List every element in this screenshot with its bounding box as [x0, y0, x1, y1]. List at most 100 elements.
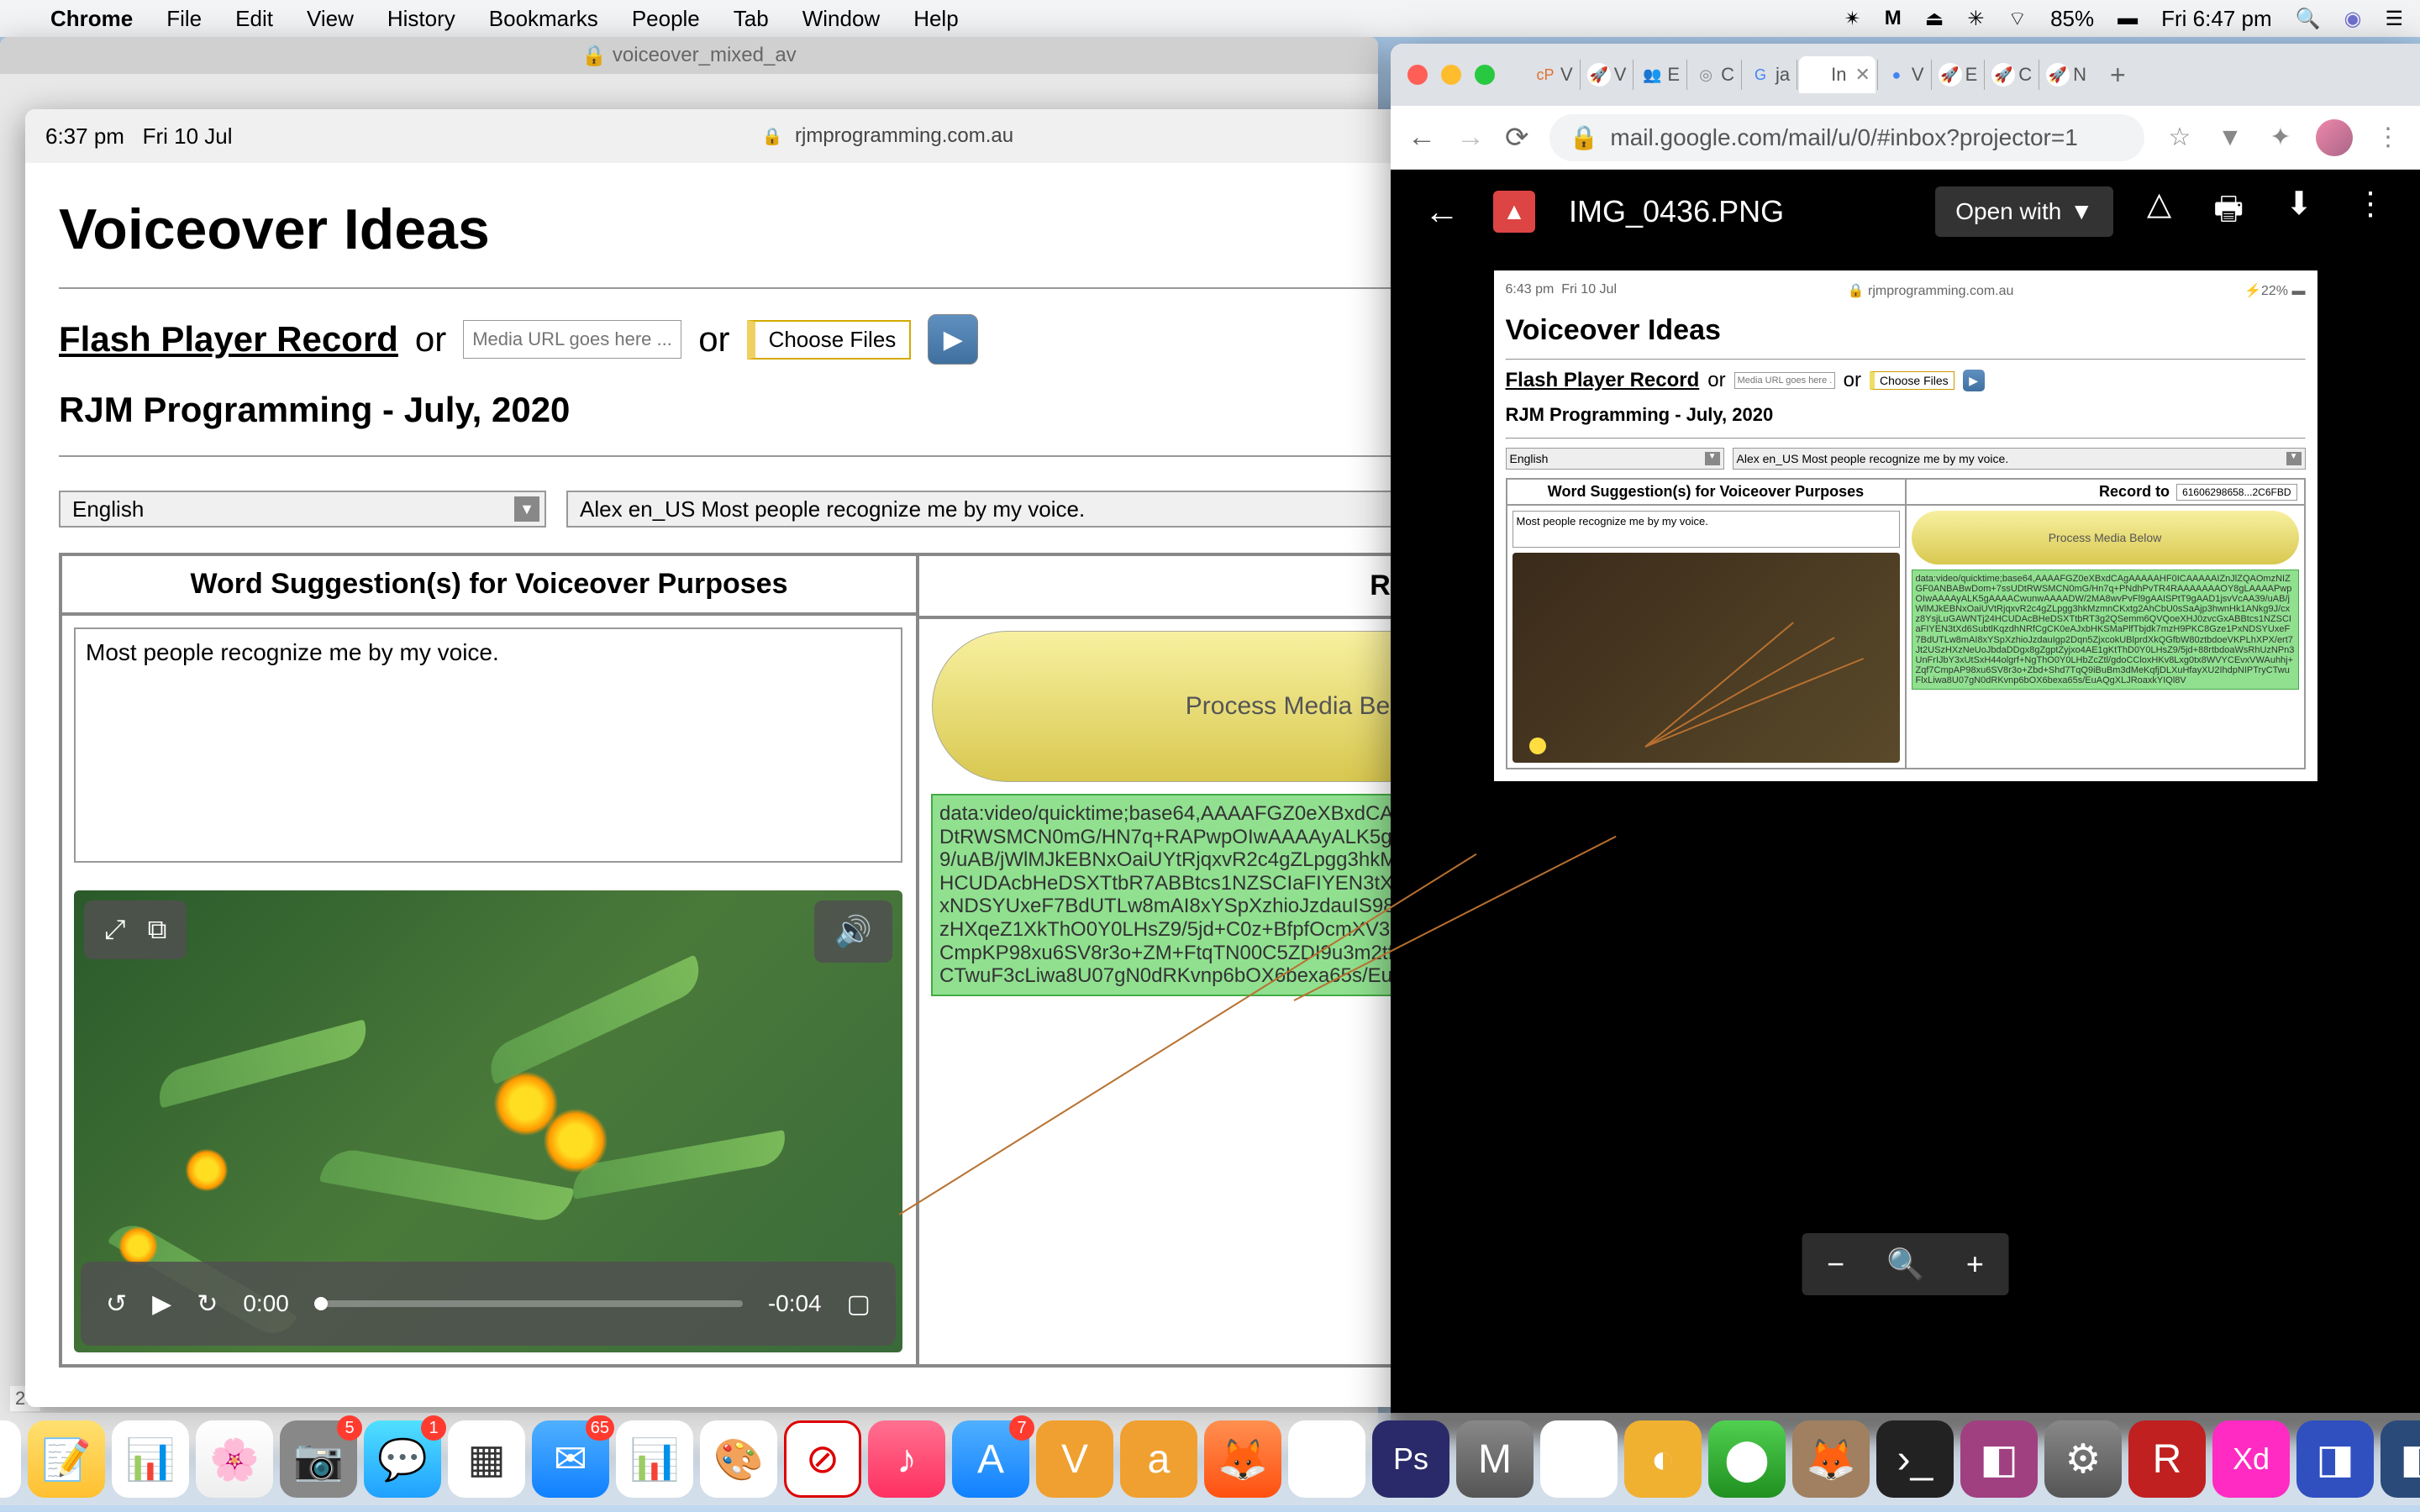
dock-firefox[interactable]: 🦊 — [1204, 1420, 1281, 1498]
siri-icon[interactable]: ◉ — [2344, 7, 2362, 31]
dock-app[interactable]: 📷5 — [280, 1420, 357, 1498]
dock-appstore[interactable]: A7 — [952, 1420, 1029, 1498]
notification-center-icon[interactable]: ☰ — [2385, 7, 2403, 31]
airplay-icon[interactable]: ⏏ — [1925, 7, 1944, 31]
dock-app[interactable]: 📊 — [616, 1420, 693, 1498]
menu-bookmarks[interactable]: Bookmarks — [489, 6, 598, 32]
macos-menubar: Chrome File Edit View History Bookmarks … — [0, 0, 2420, 37]
dock-app[interactable]: ◐ — [1624, 1420, 1702, 1498]
window-close-button[interactable] — [1407, 65, 1428, 85]
dock-app[interactable]: ◧ — [2381, 1420, 2420, 1498]
menu-edit[interactable]: Edit — [235, 6, 273, 32]
new-tab-button[interactable]: + — [2110, 60, 2126, 91]
chrome-tab-7[interactable]: 🚀E — [1933, 56, 1983, 93]
choose-files-button[interactable]: Choose Files — [747, 320, 912, 360]
open-with-button[interactable]: Open with ▼ — [1935, 186, 2113, 237]
more-icon[interactable]: ⋮ — [2354, 185, 2386, 239]
forward-button[interactable]: → — [1456, 121, 1485, 154]
dock-app[interactable]: 📊 — [112, 1420, 189, 1498]
play-icon[interactable]: ▶ — [152, 1289, 171, 1319]
dock-gimp[interactable]: 🦊 — [1792, 1420, 1870, 1498]
zoom-in-button[interactable]: + — [1966, 1247, 1984, 1282]
video-volume-control[interactable]: 🔊 — [814, 900, 892, 963]
chrome-menu-icon[interactable]: ⋮ — [2373, 123, 2403, 153]
window-maximize-button[interactable] — [1475, 65, 1495, 85]
dock-xd[interactable]: Xd — [2212, 1420, 2290, 1498]
chrome-tab-4[interactable]: Gja — [1744, 56, 1795, 93]
chrome-tab-1[interactable]: 🚀V — [1582, 56, 1632, 93]
extension-icon-1[interactable]: ▼ — [2215, 123, 2245, 153]
extensions-icon[interactable]: ✦ — [2265, 123, 2296, 153]
chrome-tab-6[interactable]: ●V — [1880, 56, 1929, 93]
chrome-tab-2[interactable]: 👥E — [1635, 56, 1685, 93]
dock-notes[interactable]: 📝 — [28, 1420, 105, 1498]
dock-app[interactable]: ▦ — [448, 1420, 525, 1498]
zoom-out-button[interactable]: − — [1827, 1247, 1844, 1282]
flash-player-record-link[interactable]: Flash Player Record — [59, 319, 398, 360]
menu-file[interactable]: File — [166, 6, 202, 32]
mamp-icon[interactable]: M — [1885, 7, 1902, 30]
dock-app[interactable]: ⬤ — [1708, 1420, 1786, 1498]
forward-15-icon[interactable]: ↻ — [197, 1289, 218, 1319]
dock-terminal[interactable]: ›_ — [1876, 1420, 1954, 1498]
zoom-reset-button[interactable]: 🔍 — [1886, 1247, 1924, 1282]
dock-messages[interactable]: 💬1 — [364, 1420, 441, 1498]
chrome-tab-0[interactable]: cPV — [1528, 56, 1578, 93]
or-label-1: or — [415, 319, 446, 360]
download-icon[interactable]: ⬇ — [2286, 185, 2312, 239]
dock-app[interactable]: ⊘ — [784, 1420, 861, 1498]
airplay-icon[interactable]: ▢ — [847, 1289, 871, 1319]
dock-app[interactable]: ◧ — [1960, 1420, 2038, 1498]
add-to-drive-icon[interactable]: △ — [2147, 185, 2171, 239]
reload-button[interactable]: ⟳ — [1505, 121, 1529, 155]
video-progress-bar[interactable] — [314, 1300, 743, 1307]
menu-window[interactable]: Window — [802, 6, 880, 32]
pip-icon[interactable]: ⧉ — [148, 914, 167, 946]
spotlight-icon[interactable]: 🔍 — [2296, 7, 2321, 31]
menu-history[interactable]: History — [387, 6, 455, 32]
dock-mamp[interactable]: M — [1456, 1420, 1534, 1498]
chrome-tab-5[interactable]: In✕ — [1799, 56, 1876, 93]
chrome-tab-8[interactable]: 🚀C — [1986, 56, 2037, 93]
attachment-preview[interactable]: 6:43 pm Fri 10 Jul 🔒 rjmprogramming.com.… — [1494, 270, 2317, 781]
play-button[interactable]: ▶ — [928, 314, 978, 365]
avast-icon[interactable]: ✴ — [1844, 7, 1861, 31]
dock-app[interactable]: ◎ — [1540, 1420, 1618, 1498]
fullscreen-icon[interactable]: ⤢ — [104, 914, 126, 946]
battery-icon[interactable]: ▬ — [2118, 7, 2138, 30]
bluetooth-icon[interactable]: ✳ — [1967, 7, 1984, 31]
dock-app[interactable]: R — [2128, 1420, 2206, 1498]
dock-preferences[interactable]: ⚙ — [2044, 1420, 2122, 1498]
menu-help[interactable]: Help — [913, 6, 958, 32]
dock-music[interactable]: ♪ — [868, 1420, 945, 1498]
video-player[interactable]: ⤢ ⧉ 🔊 ↺ ▶ ↻ 0:00 -0:04 ▢ — [74, 890, 902, 1352]
star-icon[interactable]: ☆ — [2165, 123, 2195, 153]
safari-tab[interactable]: 🔒 voiceover_mixed_av — [0, 37, 1378, 74]
suggestion-textarea[interactable] — [74, 627, 902, 863]
dock-mail[interactable]: ✉65 — [532, 1420, 609, 1498]
media-url-input[interactable] — [463, 320, 681, 359]
dock-photos[interactable]: 🌸 — [196, 1420, 273, 1498]
dock-app[interactable]: 🎨 — [700, 1420, 777, 1498]
window-minimize-button[interactable] — [1441, 65, 1461, 85]
rewind-15-icon[interactable]: ↺ — [106, 1289, 127, 1319]
menu-view[interactable]: View — [307, 6, 354, 32]
dock-calendar[interactable]: 10 — [0, 1420, 21, 1498]
url-field[interactable]: 🔒 mail.google.com/mail/u/0/#inbox?projec… — [1549, 114, 2145, 161]
dock-app[interactable]: a — [1120, 1420, 1197, 1498]
dock-app[interactable]: V — [1036, 1420, 1113, 1498]
viewer-back-button[interactable]: ← — [1424, 192, 1460, 232]
print-icon[interactable]: 🖶 — [2213, 185, 2244, 239]
chrome-tab-3[interactable]: ◎C — [1689, 56, 1739, 93]
dock-app[interactable]: ◨ — [2296, 1420, 2374, 1498]
dock-photoshop[interactable]: Ps — [1372, 1420, 1449, 1498]
language-select[interactable]: English ▼ — [59, 491, 546, 528]
chrome-tab-9[interactable]: 🚀N — [2041, 56, 2091, 93]
menu-tab[interactable]: Tab — [734, 6, 769, 32]
wifi-icon[interactable]: ⌔ — [2008, 6, 2028, 31]
dock-chrome[interactable]: ◉ — [1288, 1420, 1365, 1498]
menubar-app-name[interactable]: Chrome — [50, 6, 133, 32]
back-button[interactable]: ← — [1407, 121, 1436, 154]
profile-avatar[interactable] — [2316, 119, 2353, 156]
menu-people[interactable]: People — [632, 6, 700, 32]
